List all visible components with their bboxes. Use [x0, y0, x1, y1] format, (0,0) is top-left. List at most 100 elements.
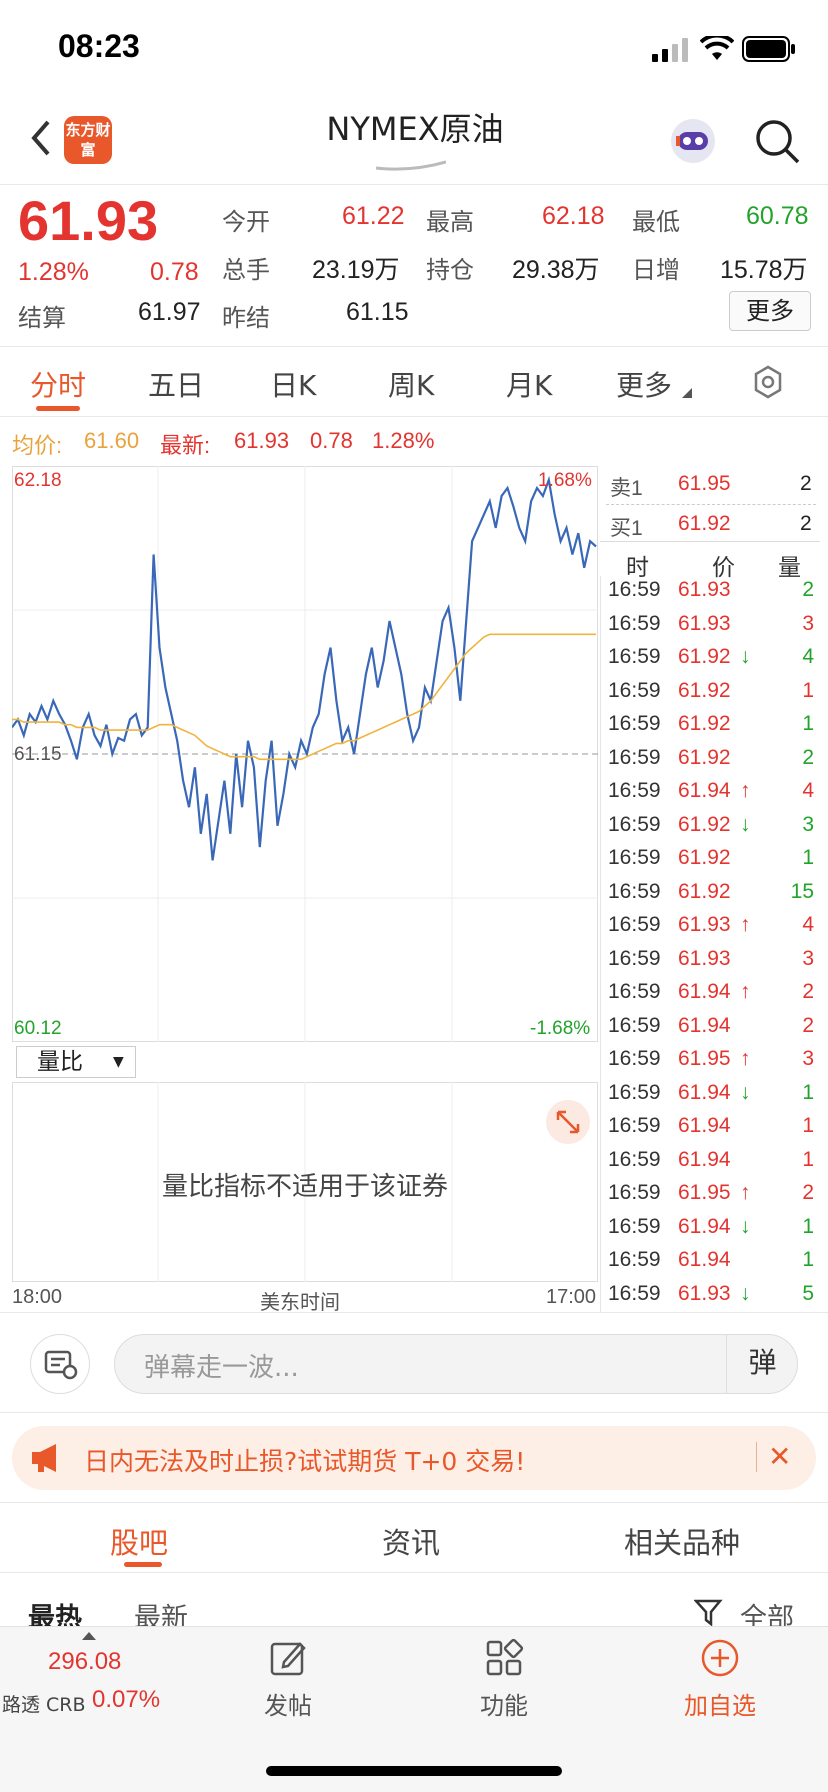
tab-five-day[interactable]: 五日 — [148, 364, 204, 404]
tick-price: 61.93 — [678, 1281, 731, 1305]
tab-monthly-k[interactable]: 月K — [506, 364, 552, 404]
avg-label: 均价: — [12, 433, 63, 458]
ask-volume: 2 — [800, 472, 812, 495]
tick-row: 16:59 61.94 ↑ 2 — [600, 980, 820, 1014]
add-watchlist-icon[interactable] — [700, 1638, 740, 1678]
tick-row: 16:59 61.93 ↑ 4 — [600, 913, 820, 947]
tick-volume: 4 — [802, 645, 814, 668]
tick-arrow-icon: ↓ — [740, 1281, 751, 1305]
ref-line-label: 61.15 — [14, 744, 62, 765]
tick-price: 61.92 — [678, 879, 731, 903]
tick-price: 61.92 — [678, 678, 731, 702]
tick-time: 16:59 — [608, 1013, 661, 1037]
tick-time: 16:59 — [608, 980, 661, 1003]
tick-price: 61.93 — [678, 611, 731, 635]
tick-row: 16:59 61.94 1 — [600, 1248, 820, 1282]
tab-more[interactable]: 更多 — [616, 364, 672, 404]
tick-row: 16:59 61.92 2 — [600, 746, 820, 780]
tick-volume: 3 — [802, 611, 814, 635]
low-value: 60.78 — [746, 202, 809, 230]
danmaku-send-button[interactable]: 弹 — [726, 1334, 798, 1394]
tick-volume: 1 — [802, 846, 814, 869]
oi-value: 29.38万 — [512, 256, 600, 284]
tabbar-post[interactable]: 发帖 — [228, 1686, 348, 1721]
assistant-robot-icon[interactable] — [668, 116, 718, 166]
intraday-chart[interactable] — [12, 466, 598, 1042]
tick-row: 16:59 61.92 ↓ 3 — [600, 813, 820, 847]
tick-row: 16:59 61.94 ↓ 1 — [600, 1081, 820, 1115]
tick-price: 61.94 — [678, 1114, 731, 1137]
tick-time: 16:59 — [608, 946, 661, 970]
settings-icon[interactable] — [750, 364, 786, 400]
tick-time: 16:59 — [608, 1248, 661, 1271]
tab-guba[interactable]: 股吧 — [110, 1520, 168, 1562]
tick-price: 61.94 — [678, 1080, 731, 1104]
tick-time: 16:59 — [608, 913, 661, 936]
oi-label: 持仓 — [426, 256, 474, 284]
indicator-select[interactable]: 量比 ▼ — [16, 1046, 136, 1078]
tabbar-function[interactable]: 功能 — [444, 1686, 564, 1721]
expand-icon[interactable] — [546, 1100, 590, 1144]
tick-price: 61.92 — [678, 812, 731, 836]
quote-more-button[interactable]: 更多 — [729, 291, 811, 331]
promo-text: 日内无法及时止损?试试期货 T+0 交易! — [84, 1447, 526, 1476]
crb-index-change[interactable]: 0.07% — [92, 1686, 160, 1714]
compose-icon[interactable] — [268, 1638, 308, 1678]
tab-news[interactable]: 资讯 — [382, 1520, 440, 1562]
x-start-label: 18:00 — [12, 1286, 63, 1308]
filter-icon[interactable] — [694, 1598, 724, 1628]
tick-price: 61.94 — [678, 1248, 731, 1271]
danmaku-settings-button[interactable] — [30, 1334, 90, 1394]
dropdown-icon: ▼ — [113, 1054, 124, 1070]
tick-volume: 2 — [802, 1181, 814, 1204]
tick-arrow-icon: ↑ — [740, 980, 751, 1003]
prev-settle-value: 61.15 — [346, 298, 409, 326]
search-icon[interactable] — [752, 116, 802, 166]
battery-icon — [742, 36, 795, 62]
collapse-arrow-icon[interactable] — [82, 1630, 96, 1640]
bottom-tab-indicator — [124, 1562, 162, 1567]
tick-time: 16:59 — [608, 678, 661, 702]
pct-top-label: 1.68% — [538, 470, 592, 491]
tick-volume: 1 — [802, 1080, 814, 1104]
danmaku-icon — [44, 1350, 78, 1380]
tab-daily-k[interactable]: 日K — [270, 364, 316, 404]
apps-icon[interactable] — [484, 1638, 524, 1678]
tick-volume: 5 — [802, 1281, 814, 1305]
crb-index-name[interactable]: 路透 CRB — [2, 1690, 86, 1717]
day-inc-label: 日增 — [632, 256, 680, 284]
tick-volume: 1 — [802, 1214, 814, 1238]
tick-volume: 2 — [802, 980, 814, 1003]
tick-row: 16:59 61.93 ↓ 5 — [600, 1282, 820, 1316]
tick-volume: 1 — [802, 712, 814, 735]
tab-intraday[interactable]: 分时 — [30, 364, 86, 404]
tick-row: 16:59 61.92 15 — [600, 880, 820, 914]
average-price-line — [12, 633, 596, 761]
tick-price: 61.94 — [678, 1147, 731, 1171]
tick-row: 16:59 61.94 1 — [600, 1114, 820, 1148]
tick-time: 16:59 — [608, 712, 661, 735]
tab-weekly-k[interactable]: 周K — [388, 364, 434, 404]
tick-volume: 4 — [802, 779, 814, 802]
tick-volume: 3 — [802, 946, 814, 970]
crb-index-value[interactable]: 296.08 — [48, 1648, 121, 1676]
tick-time: 16:59 — [608, 1047, 661, 1070]
tab-related[interactable]: 相关品种 — [624, 1520, 740, 1562]
y-bottom-label: 60.12 — [14, 1018, 62, 1039]
tick-time: 16:59 — [608, 611, 661, 635]
tick-price: 61.92 — [678, 712, 731, 735]
tick-volume: 2 — [802, 578, 814, 601]
back-icon[interactable] — [26, 116, 56, 160]
tick-price: 61.95 — [678, 1181, 731, 1204]
close-icon[interactable]: ✕ — [768, 1440, 791, 1473]
caret-down-icon — [682, 388, 692, 398]
tabbar-add-watchlist[interactable]: 加自选 — [660, 1686, 780, 1721]
tick-arrow-icon: ↓ — [740, 645, 751, 668]
tick-row: 16:59 61.93 2 — [600, 578, 820, 612]
tick-time: 16:59 — [608, 745, 661, 769]
low-label: 最低 — [632, 208, 680, 236]
tick-price: 61.94 — [678, 980, 731, 1003]
pct-bottom-label: -1.68% — [530, 1018, 591, 1039]
active-tab-indicator — [36, 406, 80, 411]
tick-row: 16:59 61.93 3 — [600, 947, 820, 981]
